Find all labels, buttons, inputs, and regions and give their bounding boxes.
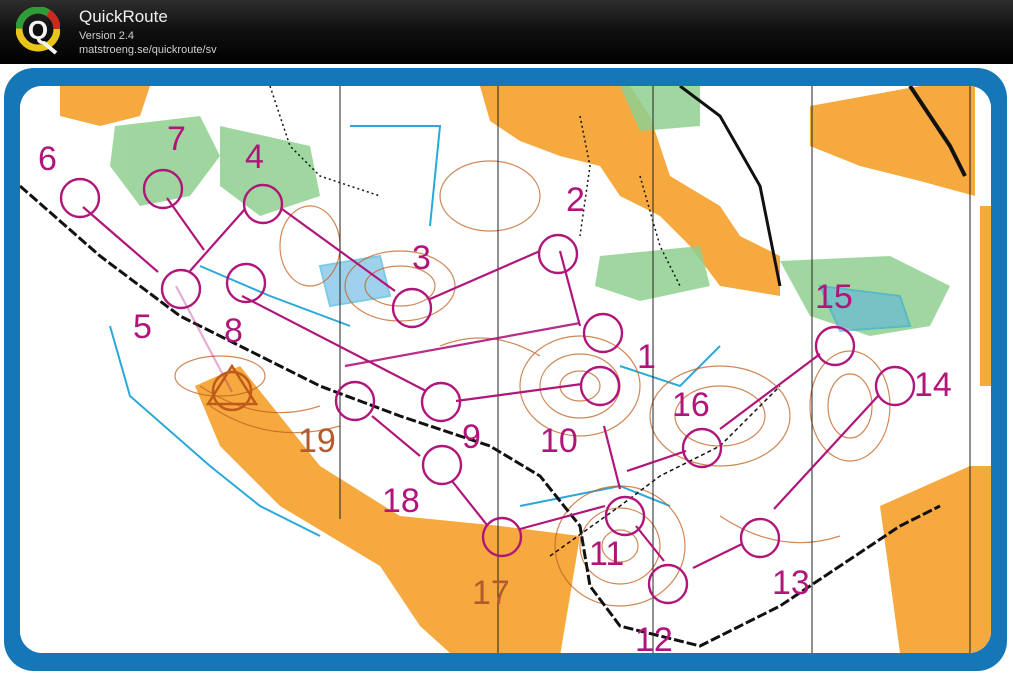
control-label-4: 4 bbox=[245, 138, 264, 176]
app-url[interactable]: matstroeng.se/quickroute/sv bbox=[79, 44, 217, 56]
control-label-16: 16 bbox=[672, 386, 710, 424]
control-label-9: 9 bbox=[462, 418, 481, 456]
control-label-15: 15 bbox=[815, 278, 853, 316]
map-viewer: 1 2 3 4 5 6 7 8 9 10 11 12 13 14 15 16 17 18 19 bbox=[0, 64, 1013, 678]
map-frame: 1 2 3 4 5 6 7 8 9 10 11 12 13 14 15 16 17 18 19 bbox=[4, 68, 1007, 671]
app-title: QuickRoute bbox=[79, 7, 168, 26]
control-label-14: 14 bbox=[914, 366, 952, 404]
control-label-11: 11 bbox=[589, 535, 624, 573]
app-version: Version 2.4 bbox=[79, 30, 135, 42]
logo-letter: Q bbox=[28, 15, 48, 45]
orienteering-map: 123456789 10111213141516171819 bbox=[20, 86, 991, 653]
control-label-17: 17 bbox=[472, 574, 510, 612]
control-label-7: 7 bbox=[167, 120, 186, 158]
control-label-10: 10 bbox=[540, 422, 578, 460]
control-label-6: 6 bbox=[38, 140, 57, 178]
control-label-5: 5 bbox=[133, 308, 152, 346]
map-canvas[interactable]: 1 2 3 4 5 6 7 8 9 10 11 12 13 14 15 16 17 18 19 bbox=[20, 86, 991, 653]
control-label-19: 19 bbox=[298, 422, 336, 460]
control-label-8: 8 bbox=[224, 312, 243, 350]
control-label-12: 12 bbox=[635, 621, 673, 653]
quickroute-logo-icon: Q bbox=[16, 7, 60, 55]
control-label-2: 2 bbox=[566, 181, 585, 219]
control-label-18: 18 bbox=[382, 482, 420, 520]
title-bar: Q QuickRoute Version 2.4 matstroeng.se/q… bbox=[0, 0, 1013, 64]
control-label-3: 3 bbox=[412, 239, 431, 277]
control-label-1: 1 bbox=[637, 338, 656, 376]
control-label-13: 13 bbox=[772, 564, 810, 602]
